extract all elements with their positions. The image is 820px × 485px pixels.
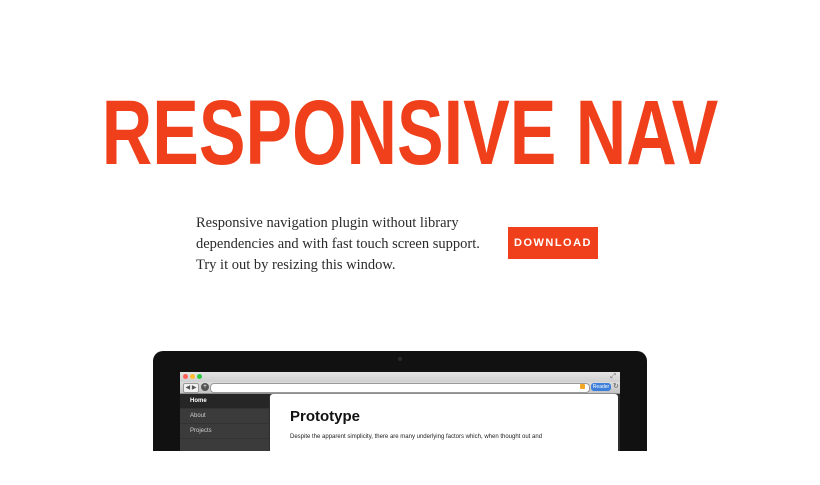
mockup-page: Prototype Despite the apparent simplicit… — [269, 394, 620, 451]
reader-button[interactable]: Reader — [591, 383, 611, 391]
intro-paragraph: Responsive navigation plugin without lib… — [196, 213, 486, 276]
minimize-icon[interactable] — [190, 374, 195, 379]
sidebar-item-home[interactable]: Home — [180, 394, 269, 409]
mockup-sidebar: Home About Projects — [180, 394, 269, 451]
refresh-icon[interactable]: ↻ — [613, 383, 619, 391]
fullscreen-icon[interactable]: ⤢ — [610, 373, 616, 381]
sidebar-item-about[interactable]: About — [180, 409, 269, 424]
rss-icon[interactable] — [580, 384, 585, 389]
hero-title: RESPONSIVE NAV — [101, 82, 719, 184]
maximize-icon[interactable] — [197, 374, 202, 379]
page-title: Prototype — [290, 408, 361, 425]
browser-screen: ⤢ ◀ ▶ + Reader ↻ Home About Projects Pro… — [180, 372, 620, 451]
close-icon[interactable] — [183, 374, 188, 379]
intro-line: Responsive navigation plugin without lib… — [196, 215, 459, 231]
intro-line: Try it out by resizing this window. — [196, 257, 396, 273]
download-button[interactable]: DOWNLOAD — [508, 227, 598, 259]
page-paragraph: Despite the apparent simplicity, there a… — [290, 434, 543, 440]
browser-toolbar: ◀ ▶ + Reader ↻ — [180, 382, 620, 394]
address-bar[interactable] — [210, 383, 590, 393]
site-icon: + — [201, 383, 209, 391]
camera-icon — [398, 357, 402, 361]
intro-line: dependencies and with fast touch screen … — [196, 236, 480, 252]
mockup-content: Prototype Despite the apparent simplicit… — [270, 394, 618, 451]
sidebar-item-projects[interactable]: Projects — [180, 424, 269, 439]
back-forward-icon[interactable]: ◀ ▶ — [183, 383, 199, 393]
monitor-mockup: ⤢ ◀ ▶ + Reader ↻ Home About Projects Pro… — [153, 351, 647, 451]
